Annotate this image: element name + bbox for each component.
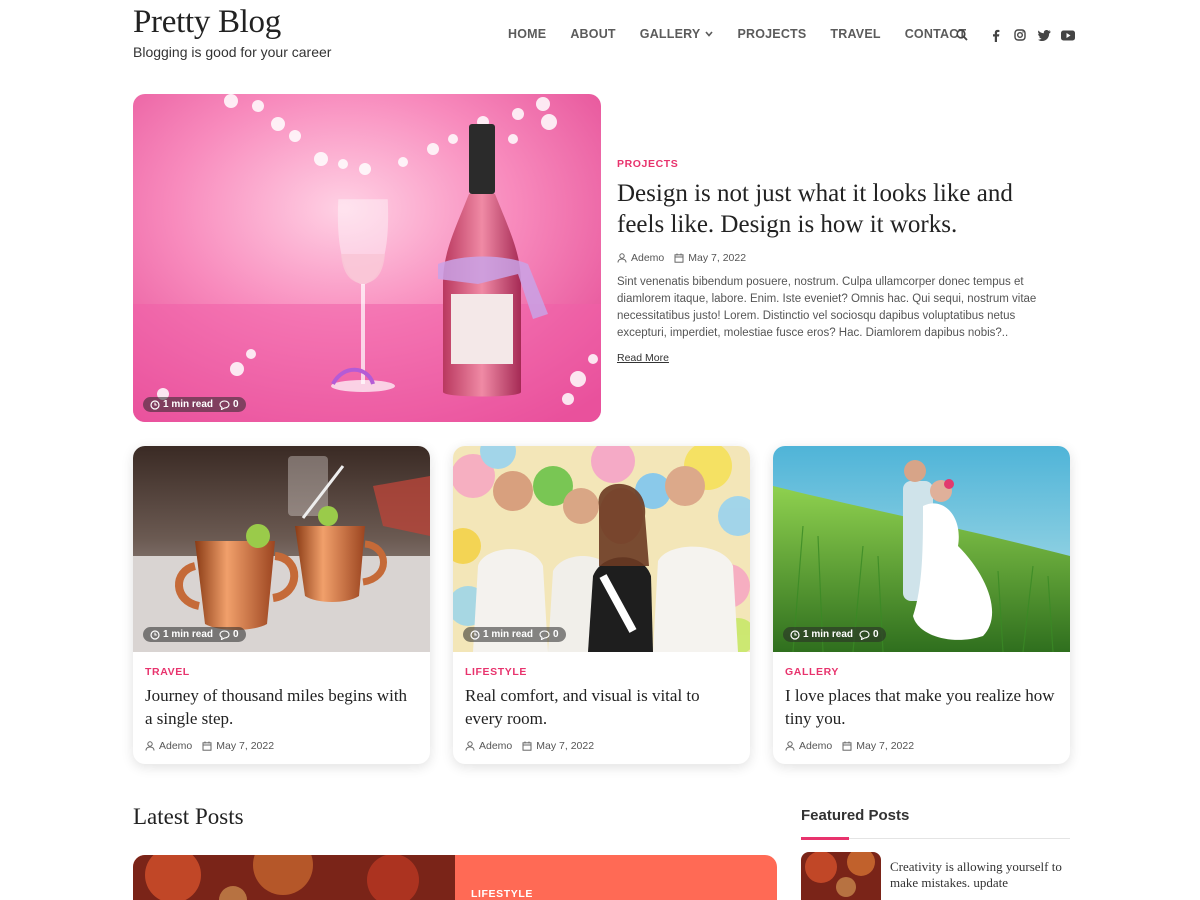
cocktail-photo: [133, 446, 430, 652]
nav-item-home[interactable]: HOME: [508, 27, 546, 41]
read-time: 1 min read: [163, 399, 214, 410]
user-icon: [617, 253, 627, 263]
post-title[interactable]: I love places that make you realize how …: [785, 684, 1058, 730]
calendar-icon: [202, 741, 212, 751]
calendar-icon: [674, 253, 684, 263]
comment-icon: [859, 629, 870, 640]
nav-label: GALLERY: [639, 27, 701, 41]
hero-badge: 1 min read 0: [143, 397, 246, 412]
post-meta: Ademo May 7, 2022: [465, 740, 738, 752]
read-time: 1 min read: [803, 629, 854, 640]
post-title[interactable]: Design is not just what it looks like an…: [617, 178, 1057, 240]
post-card[interactable]: 1 min read 0 LIFESTYLE Real comfort, and…: [453, 446, 750, 764]
card-badge: 1 min read 0: [143, 627, 246, 642]
nav-item-gallery[interactable]: GALLERY: [640, 27, 714, 41]
post-date[interactable]: May 7, 2022: [688, 252, 746, 264]
post-author[interactable]: Ademo: [159, 740, 192, 752]
clock-icon: [150, 399, 160, 410]
site-logo[interactable]: Pretty Blog: [133, 4, 281, 41]
post-meta: Ademo May 7, 2022: [785, 740, 1058, 752]
post-category[interactable]: PROJECTS: [617, 158, 1057, 170]
user-icon: [785, 741, 795, 751]
site-tagline: Blogging is good for your career: [133, 44, 332, 60]
post-category[interactable]: LIFESTYLE: [465, 666, 738, 678]
post-card[interactable]: 1 min read 0 GALLERY I love places that …: [773, 446, 1070, 764]
nav-label: HOME: [508, 27, 547, 41]
featured-post-thumbnail[interactable]: [801, 852, 881, 900]
nav-label: TRAVEL: [830, 27, 881, 41]
youtube-icon[interactable]: [1060, 25, 1076, 45]
divider-accent: [801, 837, 849, 840]
calendar-icon: [842, 741, 852, 751]
post-title[interactable]: Real comfort, and visual is vital to eve…: [465, 684, 738, 730]
facebook-icon[interactable]: [988, 25, 1004, 45]
read-time: 1 min read: [483, 629, 534, 640]
nav-item-projects[interactable]: PROJECTS: [737, 27, 806, 41]
comment-icon: [219, 399, 230, 410]
card-badge: 1 min read 0: [783, 627, 886, 642]
chevron-down-icon: [705, 29, 714, 39]
featured-photo: [801, 852, 881, 900]
post-meta: Ademo May 7, 2022: [145, 740, 418, 752]
card-badge: 1 min read 0: [463, 627, 566, 642]
nav-item-travel[interactable]: TRAVEL: [830, 27, 880, 41]
latest-post-card[interactable]: LIFESTYLE: [133, 855, 777, 900]
post-category[interactable]: GALLERY: [785, 666, 1058, 678]
post-category[interactable]: TRAVEL: [145, 666, 418, 678]
nav-item-about[interactable]: ABOUT: [570, 27, 615, 41]
site-header: Pretty Blog Blogging is good for your ca…: [0, 0, 1200, 80]
read-more-link[interactable]: Read More: [617, 352, 669, 364]
comment-count: 0: [233, 629, 239, 640]
post-author[interactable]: Ademo: [799, 740, 832, 752]
social-icons: [954, 25, 1084, 45]
comment-count: 0: [553, 629, 559, 640]
nav-label: ABOUT: [570, 27, 616, 41]
comment-count: 0: [873, 629, 879, 640]
read-time: 1 min read: [163, 629, 214, 640]
featured-post-item[interactable]: Creativity is allowing yourself to make …: [801, 852, 1070, 900]
twitter-icon[interactable]: [1036, 25, 1052, 45]
latest-posts-heading: Latest Posts: [133, 804, 244, 829]
instagram-icon[interactable]: [1012, 25, 1028, 45]
main-nav: HOME ABOUT GALLERY PROJECTS TRAVEL CONTA…: [508, 27, 990, 41]
post-card[interactable]: 1 min read 0 TRAVEL Journey of thousand …: [133, 446, 430, 764]
post-excerpt: Sint venenatis bibendum posuere, nostrum…: [617, 276, 1037, 339]
hero-image[interactable]: 1 min read 0: [133, 94, 601, 422]
post-author[interactable]: Ademo: [631, 252, 664, 264]
comment-icon: [539, 629, 550, 640]
clock-icon: [150, 629, 160, 640]
post-date[interactable]: May 7, 2022: [216, 740, 274, 752]
user-icon: [145, 741, 155, 751]
featured-post-title[interactable]: Creativity is allowing yourself to make …: [890, 859, 1068, 891]
post-meta: Ademo May 7, 2022: [617, 252, 1057, 264]
hero-post: PROJECTS Design is not just what it look…: [617, 158, 1057, 366]
party-photo: [453, 446, 750, 652]
post-card-image[interactable]: 1 min read 0: [773, 446, 1070, 652]
post-author[interactable]: Ademo: [479, 740, 512, 752]
post-date[interactable]: May 7, 2022: [856, 740, 914, 752]
wedding-photo: [773, 446, 1070, 652]
calendar-icon: [522, 741, 532, 751]
search-icon[interactable]: [954, 25, 970, 45]
clock-icon: [790, 629, 800, 640]
post-card-image[interactable]: 1 min read 0: [133, 446, 430, 652]
restaurant-photo: [133, 855, 455, 900]
comment-count: 0: [233, 399, 239, 410]
featured-posts-heading: Featured Posts: [801, 807, 910, 824]
post-date[interactable]: May 7, 2022: [536, 740, 594, 752]
post-card-image[interactable]: 1 min read 0: [453, 446, 750, 652]
nav-label: PROJECTS: [737, 27, 807, 41]
clock-icon: [470, 629, 480, 640]
post-category[interactable]: LIFESTYLE: [471, 888, 533, 900]
latest-post-image[interactable]: [133, 855, 455, 900]
post-title[interactable]: Journey of thousand miles begins with a …: [145, 684, 418, 730]
user-icon: [465, 741, 475, 751]
champagne-photo: [133, 94, 601, 422]
comment-icon: [219, 629, 230, 640]
